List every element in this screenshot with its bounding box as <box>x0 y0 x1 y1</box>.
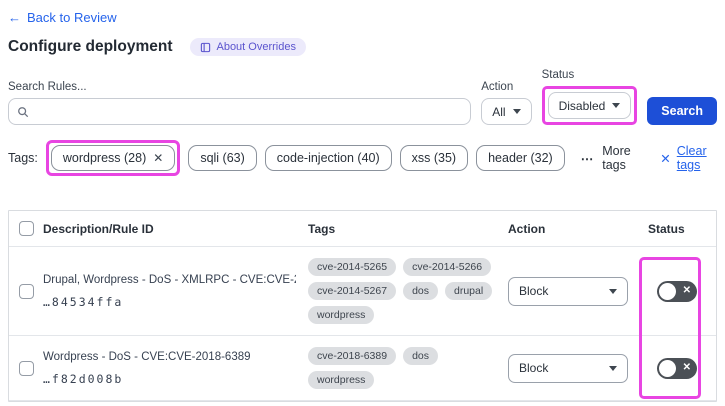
back-arrow-icon: ← <box>8 10 21 25</box>
tags-label: Tags: <box>8 151 38 165</box>
tags-bar: Tags: wordpress (28) ✕ sqli (63) code-in… <box>8 140 717 176</box>
rule-id: …84534ffa <box>43 294 124 309</box>
more-tags-button[interactable]: ⋯ More tags <box>581 144 641 172</box>
column-header-action: Action <box>508 221 546 236</box>
action-filter-label: Action <box>481 81 514 93</box>
tag-chip-sqli[interactable]: sqli (63) <box>188 145 257 171</box>
search-rules-input[interactable] <box>35 104 463 119</box>
toggle-x-icon: ✕ <box>682 285 691 296</box>
search-rules-label: Search Rules... <box>8 81 87 93</box>
toggle-knob <box>659 359 676 377</box>
about-overrides-label: About Overrides <box>216 41 296 53</box>
rule-id: …f82d008b <box>43 371 124 386</box>
ellipsis-icon: ⋯ <box>580 151 595 166</box>
toggle-knob <box>659 282 676 300</box>
status-filter-value: Disabled <box>558 98 606 113</box>
action-select[interactable]: Block <box>508 276 628 306</box>
table-row: Drupal, Wordpress - DoS - XMLRPC - CVE:C… <box>9 247 716 336</box>
chevron-down-icon <box>512 109 521 114</box>
tag-pill: drupal <box>445 282 493 300</box>
action-select-value: Block <box>519 284 549 298</box>
clear-tags-label: Clear tags <box>676 144 707 172</box>
status-filter-highlight-box: Disabled <box>541 86 638 125</box>
tag-pill: cve-2018-6389 <box>308 347 397 365</box>
column-header-status: Status <box>648 221 685 236</box>
tag-pill: dos <box>403 282 438 300</box>
tag-chip-code-injection[interactable]: code-injection (40) <box>264 145 392 171</box>
rule-description: Drupal, Wordpress - DoS - XMLRPC - CVE:C… <box>43 273 296 286</box>
more-tags-label: More tags <box>602 144 631 172</box>
chevron-down-icon <box>612 103 621 108</box>
status-filter-dropdown[interactable]: Disabled <box>547 92 632 119</box>
rule-tags: cve-2014-5265 cve-2014-5266 cve-2014-526… <box>308 258 508 324</box>
book-icon <box>201 42 211 52</box>
tag-pill: cve-2014-5267 <box>308 282 397 300</box>
status-toggle[interactable]: ✕ <box>657 357 697 379</box>
tag-chip-wordpress[interactable]: wordpress (28) ✕ <box>50 145 176 171</box>
rule-tags: cve-2018-6389 dos wordpress <box>308 347 508 389</box>
search-group: Search Rules... <box>8 81 472 125</box>
chevron-down-icon <box>609 365 617 371</box>
toggle-x-icon: ✕ <box>682 362 691 373</box>
status-filter-group: Status Disabled <box>541 69 638 125</box>
tag-pill: wordpress <box>308 306 375 324</box>
tag-chip-header[interactable]: header (32) <box>476 145 565 171</box>
selected-tag-highlight-box: wordpress (28) ✕ <box>45 140 181 176</box>
search-box[interactable] <box>8 98 472 125</box>
back-link-label: Back to Review <box>27 10 117 25</box>
tag-pill: cve-2014-5265 <box>308 258 397 276</box>
tag-pill: cve-2014-5266 <box>403 258 492 276</box>
action-filter-dropdown[interactable]: All <box>481 98 532 125</box>
status-toggle[interactable]: ✕ <box>657 280 697 302</box>
about-overrides-badge[interactable]: About Overrides <box>190 38 306 56</box>
action-select[interactable]: Block <box>508 353 628 383</box>
rules-table: Description/Rule ID Tags Action Status D… <box>8 210 717 402</box>
rule-description: Wordpress - DoS - CVE:CVE-2018-6389 <box>43 350 251 363</box>
table-header-row: Description/Rule ID Tags Action Status <box>9 211 716 247</box>
action-select-value: Block <box>519 361 549 375</box>
configure-deployment-page: ← Back to Review Configure deployment Ab… <box>0 0 725 402</box>
clear-tags-button[interactable]: ✕ Clear tags <box>660 144 717 172</box>
action-filter-value: All <box>492 104 506 119</box>
select-all-checkbox[interactable] <box>18 221 34 236</box>
filter-row: Search Rules... Action All Status Disabl… <box>8 69 717 125</box>
column-header-tags: Tags <box>308 221 336 236</box>
chevron-down-icon <box>609 288 617 294</box>
row-checkbox[interactable] <box>18 283 34 299</box>
tag-pill: dos <box>403 347 438 365</box>
tag-pill: wordpress <box>308 371 375 389</box>
tag-chip-xss[interactable]: xss (35) <box>399 145 469 171</box>
tag-chip-label: wordpress (28) <box>62 151 147 165</box>
row-checkbox[interactable] <box>18 360 34 376</box>
page-title: Configure deployment <box>8 38 173 55</box>
remove-tag-icon[interactable]: ✕ <box>153 151 163 165</box>
clear-icon: ✕ <box>660 151 671 166</box>
action-filter-group: Action All <box>481 81 532 125</box>
search-button[interactable]: Search <box>647 97 717 125</box>
status-filter-label: Status <box>541 69 575 81</box>
table-row: Wordpress - DoS - CVE:CVE-2018-6389 …f82… <box>9 336 716 401</box>
back-to-review-link[interactable]: ← Back to Review <box>8 10 117 25</box>
title-row: Configure deployment About Overrides <box>8 38 717 56</box>
column-header-description: Description/Rule ID <box>43 221 154 236</box>
search-icon <box>18 106 29 117</box>
